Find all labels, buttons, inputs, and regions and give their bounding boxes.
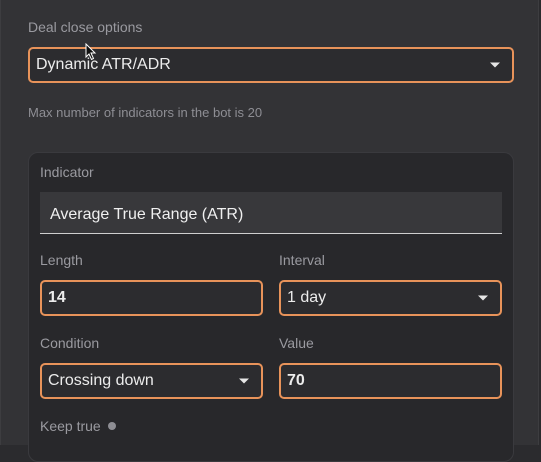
condition-label: Condition [40, 335, 100, 351]
chevron-down-icon [490, 62, 500, 68]
deal-close-label: Deal close options [28, 19, 143, 35]
indicator-label: Indicator [40, 164, 94, 180]
indicator-selected-value: Average True Range (ATR) [50, 205, 244, 223]
chevron-down-icon [239, 378, 249, 384]
mouse-cursor-icon [85, 43, 97, 61]
indicator-select[interactable]: Average True Range (ATR) [40, 192, 502, 234]
interval-selected-value: 1 day [287, 289, 327, 306]
bot-settings-panel: Deal close options Dynamic ATR/ADR Max n… [0, 0, 539, 462]
interval-label: Interval [279, 252, 325, 268]
length-value: 14 [48, 289, 66, 306]
indicators-limit-hint: Max number of indicators in the bot is 2… [28, 105, 263, 120]
value-value: 70 [287, 372, 305, 389]
value-input[interactable]: 70 [279, 363, 502, 399]
keep-true-label: Keep true [40, 418, 101, 434]
chevron-down-icon [478, 295, 488, 301]
condition-select[interactable]: Crossing down [40, 363, 263, 399]
value-label: Value [279, 335, 314, 351]
interval-select[interactable]: 1 day [279, 280, 502, 316]
condition-selected-value: Crossing down [48, 372, 154, 389]
keep-true-row: Keep true [40, 418, 116, 434]
deal-close-select[interactable]: Dynamic ATR/ADR [28, 47, 514, 83]
info-icon[interactable] [107, 422, 116, 431]
length-input[interactable]: 14 [40, 280, 263, 316]
deal-close-selected-value: Dynamic ATR/ADR [36, 56, 171, 73]
length-label: Length [40, 252, 83, 268]
